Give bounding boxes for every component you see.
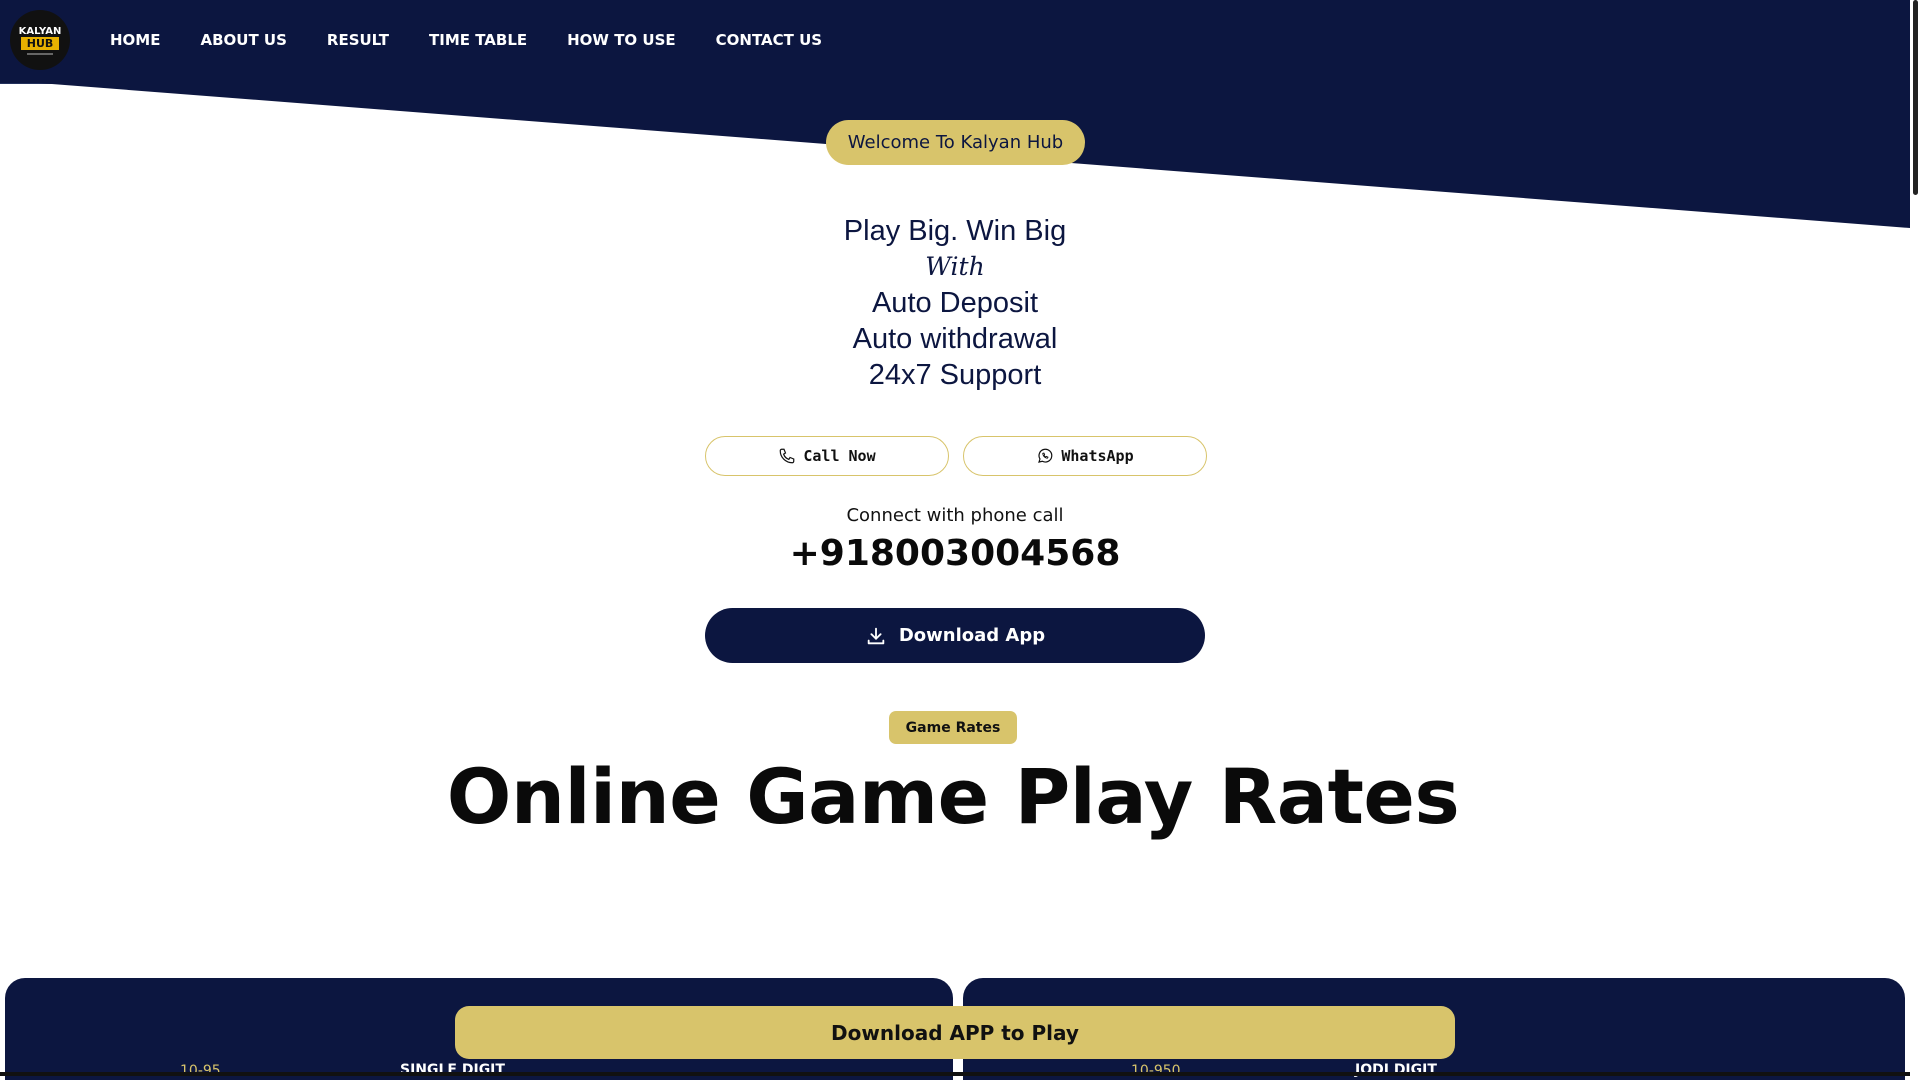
whatsapp-button[interactable]: WhatsApp: [963, 436, 1207, 476]
logo-text-bottom: HUB: [20, 36, 60, 50]
bottom-scrollbar[interactable]: [0, 1072, 1910, 1076]
download-app-label: Download App: [898, 625, 1046, 646]
whatsapp-icon: [1038, 448, 1053, 463]
hero-line-auto-withdrawal: Auto withdrawal: [852, 323, 1058, 355]
nav-menu: HOME ABOUT US RESULT TIME TABLE HOW TO U…: [110, 0, 862, 80]
nav-item-about-us[interactable]: ABOUT US: [200, 31, 286, 49]
phone-icon: [780, 448, 795, 464]
hero-line-support: 24x7 Support: [868, 359, 1042, 391]
page-scrollbar[interactable]: [1910, 0, 1920, 1080]
logo-underline: [27, 52, 53, 55]
download-app-to-play-button[interactable]: Download APP to Play: [455, 1006, 1455, 1059]
download-icon: [867, 627, 885, 644]
welcome-badge: Welcome To Kalyan Hub: [826, 120, 1085, 165]
hero-line-play-big: Play Big. Win Big: [843, 215, 1067, 247]
hero-line-with: With: [925, 252, 985, 281]
game-rates-badge: Game Rates: [889, 711, 1017, 744]
rate-value: 10-95: [180, 1063, 221, 1079]
nav-item-result[interactable]: RESULT: [327, 31, 389, 49]
nav-item-contact-us[interactable]: CONTACT US: [716, 31, 822, 49]
connect-phone-text: Connect with phone call: [846, 505, 1064, 526]
call-now-label: Call Now: [803, 447, 876, 465]
kalyan-hub-logo[interactable]: KALYAN HUB: [10, 10, 70, 70]
whatsapp-label: WhatsApp: [1061, 447, 1134, 465]
nav-item-time-table[interactable]: TIME TABLE: [429, 31, 527, 49]
phone-number[interactable]: +918003004568: [660, 533, 1250, 574]
nav-item-home[interactable]: HOME: [110, 31, 160, 49]
call-now-button[interactable]: Call Now: [705, 436, 949, 476]
download-app-button[interactable]: Download App: [705, 608, 1205, 663]
rates-heading: Online Game Play Rates: [446, 752, 1460, 841]
rate-value: 10-950: [1131, 1063, 1181, 1079]
nav-item-how-to-use[interactable]: HOW TO USE: [567, 31, 676, 49]
hero-line-auto-deposit: Auto Deposit: [871, 287, 1039, 319]
top-navbar: KALYAN HUB HOME ABOUT US RESULT TIME TAB…: [0, 0, 1910, 84]
logo-text-top: KALYAN: [18, 25, 62, 37]
scrollbar-thumb[interactable]: [1913, 0, 1918, 195]
hero-headline: Play Big. Win Big With Auto Deposit Auto…: [660, 213, 1250, 393]
